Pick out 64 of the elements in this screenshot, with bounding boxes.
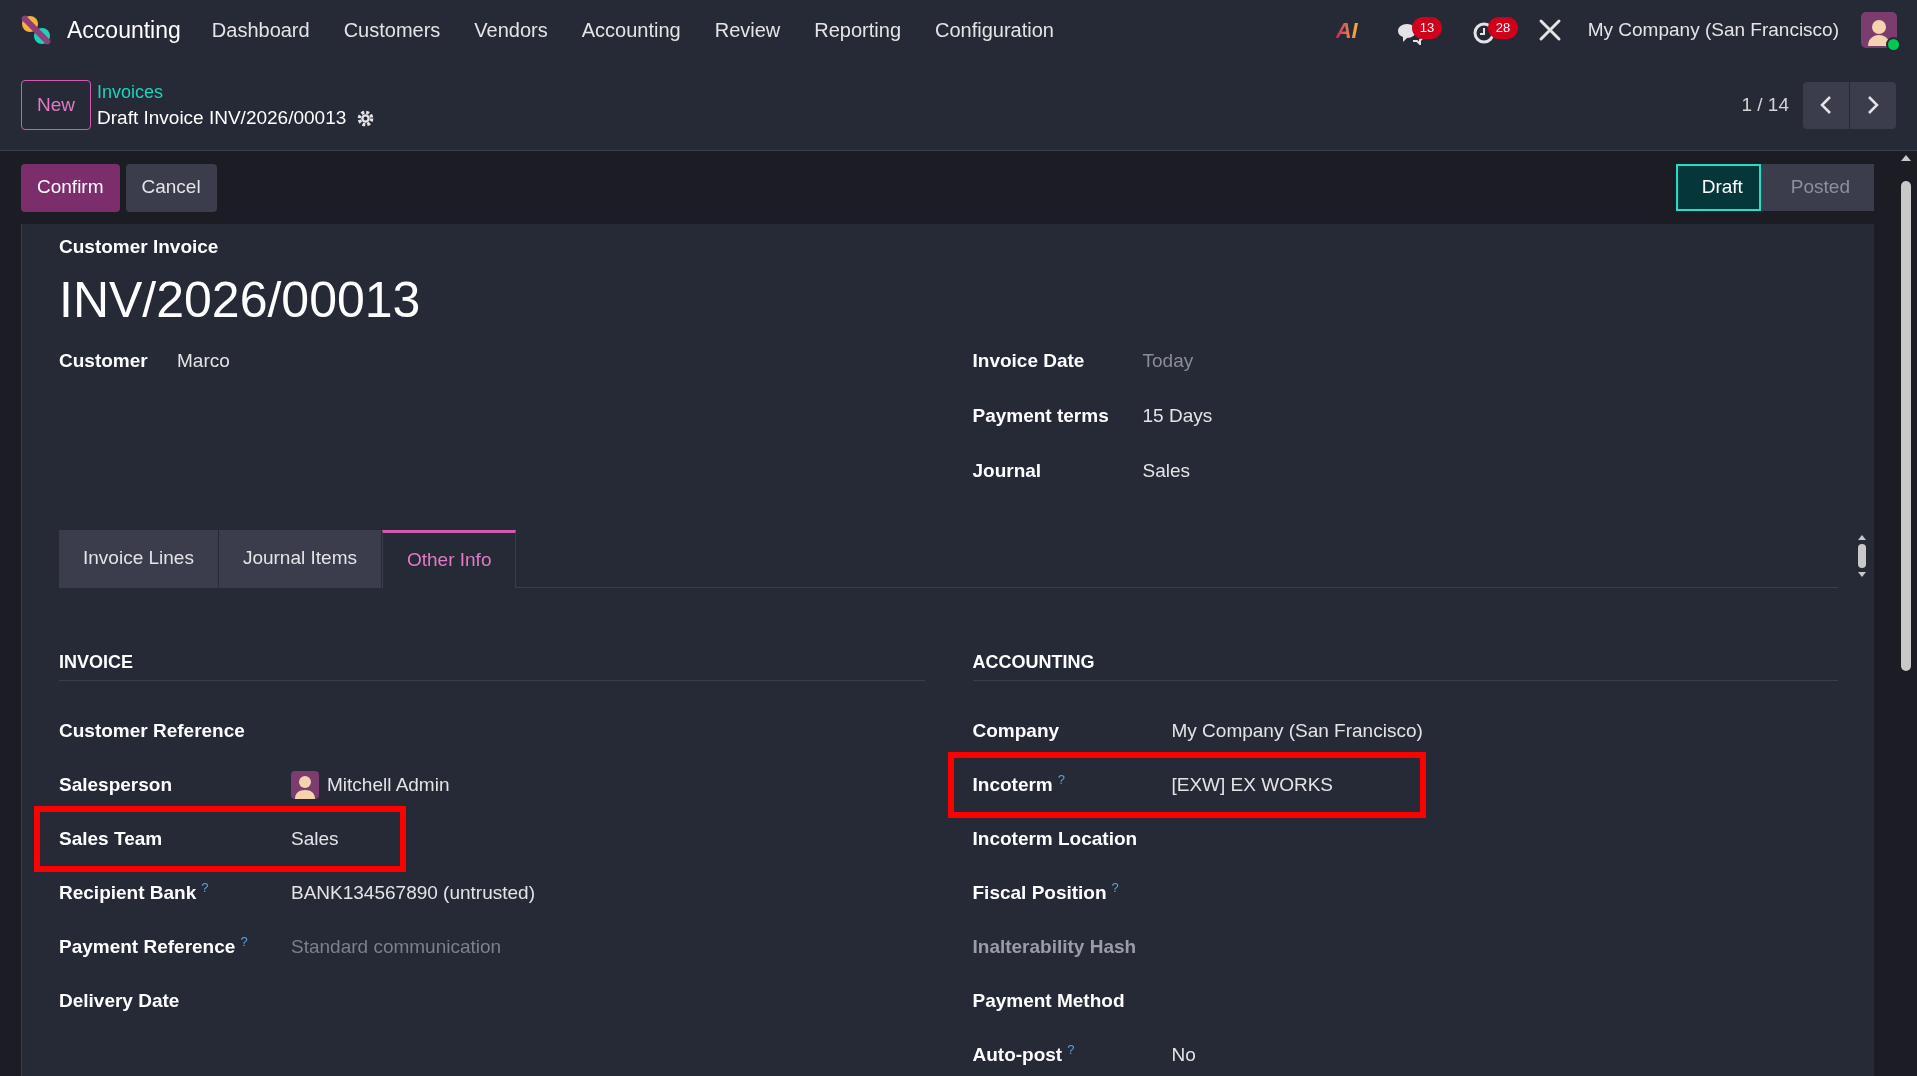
app-name[interactable]: Accounting: [67, 12, 181, 48]
field-label: Salesperson: [59, 772, 173, 797]
menu-item[interactable]: Reporting: [814, 15, 901, 45]
field-label: Payment terms: [972, 404, 1110, 429]
notification-badge: 28: [1487, 17, 1519, 39]
chevron-left-icon: [1820, 95, 1832, 115]
field-value[interactable]: Mitchell Admin: [327, 770, 450, 800]
previous-button[interactable]: [1803, 81, 1849, 129]
field-value[interactable]: [EXW] EX WORKS: [1171, 770, 1334, 800]
field-label: Fiscal Position $^{?}$: [972, 879, 1120, 905]
menu-item[interactable]: Configuration: [935, 15, 1054, 45]
field-value[interactable]: 15 Days: [1142, 402, 1213, 431]
status-step[interactable]: Draft: [1675, 164, 1761, 211]
menu-item[interactable]: Accounting: [581, 15, 681, 45]
tab[interactable]: Journal Items: [218, 530, 381, 587]
field-label: Journal: [972, 459, 1043, 484]
section-heading: INVOICE: [59, 650, 925, 681]
field-value[interactable]: Sales: [291, 824, 339, 854]
action-button[interactable]: Confirm: [21, 163, 120, 212]
menu-item[interactable]: Dashboard: [211, 15, 310, 45]
field-placeholder[interactable]: Standard communication: [291, 932, 502, 962]
field-value[interactable]: Marco: [177, 347, 230, 376]
action-button[interactable]: Cancel: [125, 163, 217, 212]
help-mark[interactable]: ?: [1057, 772, 1065, 788]
notification-badge: 13: [1411, 17, 1443, 39]
field-label: Company: [972, 718, 1061, 743]
invoice-number: INV/2026/00013: [59, 271, 422, 330]
help-mark[interactable]: ?: [201, 880, 209, 896]
field-value[interactable]: No: [1171, 1040, 1196, 1070]
field-value[interactable]: BANK134567890 (untrusted): [291, 878, 535, 908]
company-switcher[interactable]: My Company (San Francisco): [1587, 15, 1839, 45]
help-mark[interactable]: ?: [240, 934, 248, 950]
menu-item[interactable]: Customers: [343, 15, 441, 45]
field-label: Recipient Bank $^{?}$: [59, 879, 210, 905]
field-label: Customer Reference: [59, 718, 246, 743]
record-title: Draft Invoice INV/2026/00013: [97, 106, 347, 130]
field-label: Auto-post $^{?}$: [972, 1041, 1076, 1067]
field-label: Payment Method: [972, 988, 1126, 1013]
field-placeholder[interactable]: Today: [1142, 347, 1194, 376]
field-label: Incoterm $^{?}$: [972, 771, 1066, 797]
field-label: Sales Team: [59, 826, 164, 851]
section-heading: ACCOUNTING: [972, 650, 1838, 681]
menu-item[interactable]: Vendors: [474, 15, 548, 45]
menu-item[interactable]: Review: [714, 15, 781, 45]
field-label: Payment Reference $^{?}$: [59, 933, 249, 959]
field-value[interactable]: My Company (San Francisco): [1171, 716, 1423, 746]
settings-icon[interactable]: [356, 108, 376, 128]
next-button[interactable]: [1850, 81, 1896, 129]
field-label: Delivery Date: [59, 988, 181, 1013]
chevron-right-icon: [1867, 95, 1879, 115]
help-mark[interactable]: ?: [1067, 1042, 1075, 1058]
help-mark[interactable]: ?: [1111, 880, 1119, 896]
user-avatar[interactable]: [1861, 12, 1897, 48]
field-label: Invoice Date: [972, 349, 1086, 374]
field-label: Incoterm Location: [972, 826, 1139, 851]
breadcrumb-link[interactable]: Invoices: [97, 79, 164, 105]
field-label: Inalterability Hash: [972, 934, 1138, 959]
new-button[interactable]: New: [21, 80, 91, 130]
document-type-label: Customer Invoice: [59, 235, 220, 259]
tab[interactable]: Other Info: [381, 530, 517, 588]
field-label: Customer: [59, 349, 149, 374]
field-value[interactable]: Sales: [1142, 457, 1191, 486]
tab[interactable]: Invoice Lines: [59, 530, 218, 587]
pager-counter: 1 / 14: [1741, 92, 1789, 117]
